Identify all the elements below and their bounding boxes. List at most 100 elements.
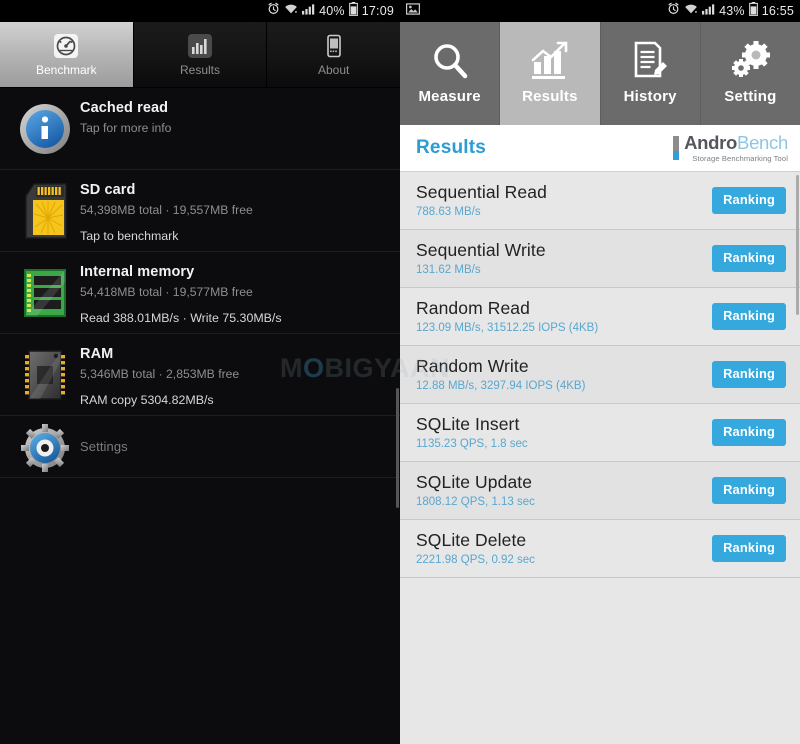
alarm-icon [267, 2, 280, 20]
result-text: Sequential Read 788.63 MB/s [416, 182, 547, 219]
ranking-button[interactable]: Ranking [712, 245, 786, 272]
page-title: Results [416, 137, 487, 158]
wifi-icon [684, 2, 698, 20]
left-scrollbar[interactable] [396, 388, 399, 508]
ram-chip-icon [10, 344, 80, 405]
tab-setting-label: Setting [724, 88, 777, 105]
table-row[interactable]: SQLite Insert 1135.23 QPS, 1.8 sec Ranki… [400, 404, 800, 462]
result-text: SQLite Insert 1135.23 QPS, 1.8 sec [416, 414, 528, 451]
tab-setting[interactable]: Setting [699, 22, 800, 125]
results-list: Sequential Read 788.63 MB/s Ranking Sequ… [400, 172, 800, 578]
tab-measure[interactable]: Measure [400, 22, 500, 125]
result-text: Sequential Write 131.62 MB/s [416, 240, 546, 277]
wifi-icon [284, 2, 298, 20]
alarm-icon [667, 2, 680, 20]
dual-screenshot-container: 40% 17:09 Benchmark Results About Cached… [0, 0, 800, 744]
tab-about-label: About [318, 62, 350, 77]
result-value: 788.63 MB/s [416, 206, 481, 218]
tab-benchmark-label: Benchmark [35, 62, 97, 77]
tab-history[interactable]: History [599, 22, 700, 125]
result-name: Sequential Read [416, 182, 547, 202]
ranking-button[interactable]: Ranking [712, 535, 786, 562]
item-subtitle: Tap for more info [80, 121, 172, 135]
item-action: Tap to benchmark [80, 229, 179, 243]
logo-primary: Andro [684, 131, 738, 153]
tab-benchmark[interactable]: Benchmark [0, 22, 133, 87]
ranking-button[interactable]: Ranking [712, 187, 786, 214]
item-action: RAM copy 5304.82MB/s [80, 393, 214, 407]
item-title: Settings [80, 438, 128, 454]
result-name: Sequential Write [416, 240, 546, 260]
result-text: Random Read 123.09 MB/s, 31512.25 IOPS (… [416, 298, 598, 335]
bar-chart-icon [187, 33, 214, 60]
list-item-cached-read[interactable]: Cached read Tap for more info [0, 88, 400, 170]
table-row[interactable]: Sequential Write 131.62 MB/s Ranking [400, 230, 800, 288]
item-action: Read 388.01MB/s · Write 75.30MB/s [80, 311, 282, 325]
logo-main-line: AndroBench [684, 132, 788, 153]
result-text: SQLite Update 1808.12 QPS, 1.13 sec [416, 472, 535, 509]
signal-icon [302, 2, 315, 20]
list-item-text: Internal memory 54,418MB total · 19,577M… [80, 262, 388, 325]
list-item-sd-card[interactable]: SD card 54,398MB total · 19,557MB free T… [0, 170, 400, 252]
table-row[interactable]: SQLite Delete 2221.98 QPS, 0.92 sec Rank… [400, 520, 800, 578]
list-item-text: SD card 54,398MB total · 19,557MB free T… [80, 180, 388, 243]
sd-card-icon [10, 180, 80, 241]
ranking-button[interactable]: Ranking [712, 477, 786, 504]
item-title: SD card [80, 182, 136, 198]
left-status-bar: 40% 17:09 [0, 0, 400, 22]
result-value: 12.88 MB/s, 3297.94 IOPS (4KB) [416, 380, 586, 392]
battery-percent-label: 43% [719, 4, 745, 18]
tab-results[interactable]: Results [499, 22, 600, 125]
result-value: 2221.98 QPS, 0.92 sec [416, 554, 535, 566]
phone-icon [320, 33, 347, 60]
left-status-bar-right: 40% 17:09 [267, 1, 394, 21]
table-row[interactable]: Random Write 12.88 MB/s, 3297.94 IOPS (4… [400, 346, 800, 404]
ranking-button[interactable]: Ranking [712, 303, 786, 330]
table-row[interactable]: SQLite Update 1808.12 QPS, 1.13 sec Rank… [400, 462, 800, 520]
tab-results-label: Results [522, 88, 578, 105]
results-header: Results AndroBench Storage Benchmarking … [400, 125, 800, 172]
tab-history-label: History [623, 88, 677, 105]
left-tab-bar: Benchmark Results About [0, 22, 400, 88]
right-status-bar-left [405, 2, 667, 20]
memory-icon [10, 262, 80, 323]
right-status-bar: 43% 16:55 [400, 0, 800, 22]
result-text: Random Write 12.88 MB/s, 3297.94 IOPS (4… [416, 356, 585, 393]
result-value: 131.62 MB/s [416, 264, 481, 276]
document-pen-icon [629, 41, 671, 82]
list-item-settings[interactable]: Settings [0, 416, 400, 478]
list-item-ram[interactable]: RAM 5,346MB total · 2,853MB free RAM cop… [0, 334, 400, 416]
list-item-text: Cached read Tap for more info [80, 98, 388, 159]
logo-bar-icon [673, 136, 680, 160]
table-row[interactable]: Sequential Read 788.63 MB/s Ranking [400, 172, 800, 230]
item-subtitle: 5,346MB total · 2,853MB free [80, 367, 240, 381]
result-name: SQLite Insert [416, 414, 520, 434]
logo-text: AndroBench Storage Benchmarking Tool [684, 132, 788, 163]
info-icon [10, 98, 80, 159]
item-title: RAM [80, 346, 114, 362]
tab-results[interactable]: Results [132, 22, 267, 87]
item-subtitle: 54,398MB total · 19,557MB free [80, 203, 253, 217]
tab-measure-label: Measure [418, 88, 481, 105]
ranking-button[interactable]: Ranking [712, 419, 786, 446]
result-name: SQLite Delete [416, 530, 527, 550]
right-phone-screen: 43% 16:55 Measure Results History Settin… [400, 0, 800, 744]
result-value: 123.09 MB/s, 31512.25 IOPS (4KB) [416, 322, 599, 334]
list-item-text: RAM 5,346MB total · 2,853MB free RAM cop… [80, 344, 388, 407]
result-name: Random Read [416, 298, 530, 318]
list-item-internal-memory[interactable]: Internal memory 54,418MB total · 19,577M… [0, 252, 400, 334]
result-value: 1135.23 QPS, 1.8 sec [416, 438, 528, 450]
tab-about[interactable]: About [266, 22, 400, 87]
androbench-logo: AndroBench Storage Benchmarking Tool [673, 132, 788, 163]
gears-icon [729, 41, 771, 82]
gear-icon [10, 421, 80, 473]
battery-icon [348, 1, 358, 21]
right-scrollbar[interactable] [796, 175, 799, 315]
gauge-icon [53, 33, 80, 60]
table-row[interactable]: Random Read 123.09 MB/s, 31512.25 IOPS (… [400, 288, 800, 346]
item-title: Internal memory [80, 264, 195, 280]
ranking-button[interactable]: Ranking [712, 361, 786, 388]
result-text: SQLite Delete 2221.98 QPS, 0.92 sec [416, 530, 535, 567]
result-value: 1808.12 QPS, 1.13 sec [416, 496, 535, 508]
battery-icon [748, 1, 758, 21]
